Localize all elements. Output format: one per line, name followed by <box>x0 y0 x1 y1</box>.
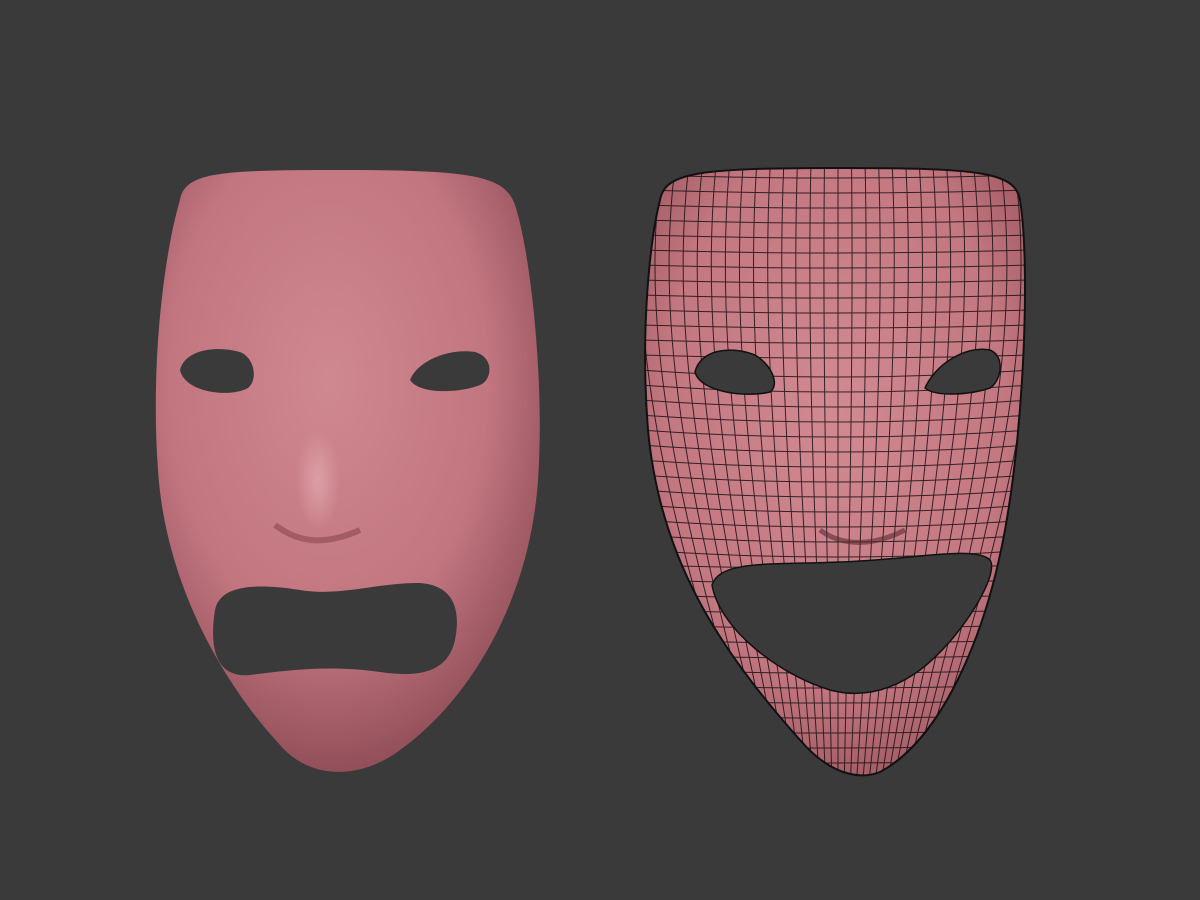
tragedy-mask <box>155 170 540 772</box>
render-viewport <box>155 166 1026 777</box>
tragedy-mask-face <box>155 170 540 772</box>
tragedy-nose-highlight <box>296 430 340 530</box>
comedy-mask <box>644 166 1026 777</box>
